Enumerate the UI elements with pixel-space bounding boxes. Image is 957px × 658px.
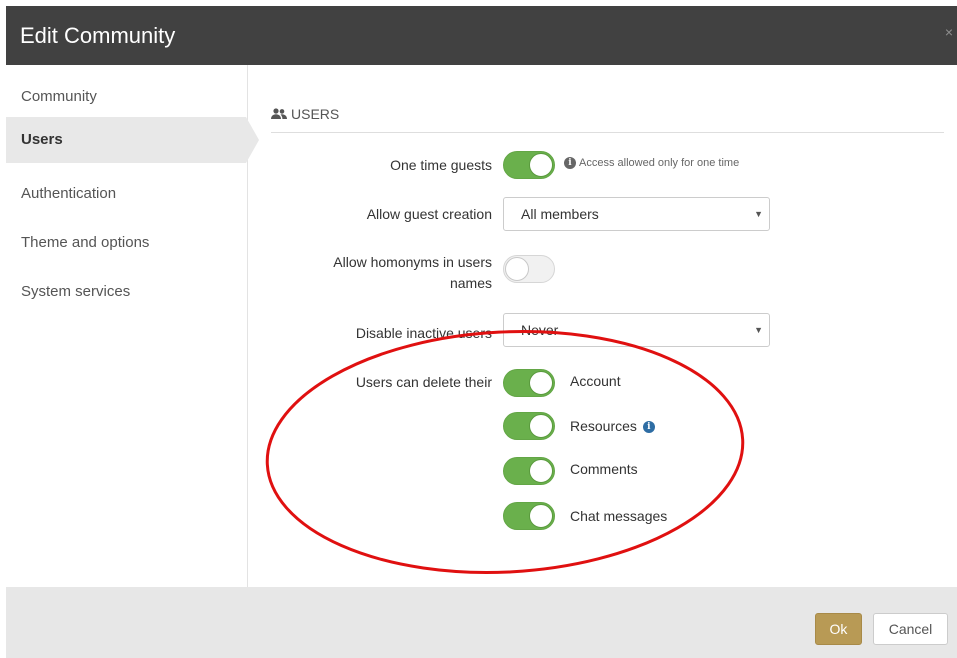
sidebar-item-theme-and-options[interactable]: Theme and options	[6, 220, 246, 266]
hint-text: Access allowed only for one time	[579, 157, 740, 169]
allow-homonyms-label: Allow homonyms in users names	[252, 252, 492, 294]
chevron-down-icon: ▼	[754, 209, 763, 219]
delete-resources-option: Resources i	[570, 418, 658, 434]
disable-inactive-users-label: Disable inactive users	[355, 325, 492, 341]
toggle-knob	[529, 459, 553, 483]
users-icon	[271, 107, 287, 123]
toggle-knob	[529, 414, 553, 438]
allow-guest-creation-select[interactable]: All members ▼	[503, 197, 770, 231]
allow-homonyms-toggle[interactable]	[503, 255, 555, 283]
ok-button[interactable]: Ok	[815, 613, 862, 645]
allow-homonyms-label-line1: Allow homonyms in users	[333, 254, 492, 270]
users-can-delete-label: Users can delete their	[355, 374, 492, 390]
info-icon[interactable]: i	[642, 421, 655, 434]
sidebar-item-community[interactable]: Community	[6, 74, 246, 120]
chevron-down-icon: ▼	[754, 325, 763, 335]
section-header: USERS	[271, 106, 339, 123]
sidebar-item-label: Theme and options	[21, 234, 150, 251]
dialog-title: Edit Community	[20, 23, 176, 48]
delete-account-label: Account	[570, 373, 621, 389]
sidebar-item-label: Users	[21, 131, 63, 148]
allow-guest-creation-label: Allow guest creation	[366, 206, 492, 222]
disable-inactive-users-select[interactable]: Never ▼	[503, 313, 770, 347]
sidebar-item-label: Community	[21, 88, 97, 105]
sidebar-item-authentication[interactable]: Authentication	[6, 171, 246, 217]
delete-chat-messages-label: Chat messages	[570, 508, 668, 524]
cancel-button[interactable]: Cancel	[873, 613, 948, 645]
allow-homonyms-label-line2: names	[449, 275, 492, 291]
delete-account-toggle[interactable]	[503, 369, 555, 397]
sidebar-item-label: Authentication	[21, 185, 117, 202]
sidebar-item-system-services[interactable]: System services	[6, 269, 246, 315]
section-title: USERS	[291, 106, 340, 122]
delete-resources-label: Resources	[570, 418, 637, 434]
toggle-knob	[529, 371, 553, 395]
close-icon[interactable]: ×	[945, 24, 953, 40]
delete-chat-messages-toggle[interactable]	[503, 502, 555, 530]
delete-resources-toggle[interactable]	[503, 412, 555, 440]
select-value: All members	[521, 206, 599, 222]
sidebar: Community Users Authentication Theme and…	[6, 65, 259, 587]
section-divider	[271, 132, 944, 133]
delete-comments-label: Comments	[570, 461, 638, 477]
one-time-guests-toggle[interactable]	[503, 151, 555, 179]
toggle-knob	[529, 153, 553, 177]
sidebar-item-label: System services	[21, 283, 131, 300]
select-value: Never	[521, 322, 559, 338]
toggle-knob	[529, 504, 553, 528]
info-icon: i	[564, 157, 576, 170]
one-time-guests-label: One time guests	[390, 157, 492, 173]
sidebar-item-users[interactable]: Users	[6, 117, 259, 163]
toggle-knob	[505, 257, 529, 281]
one-time-guests-hint: i Access allowed only for one time	[564, 157, 740, 170]
delete-comments-toggle[interactable]	[503, 457, 555, 485]
dialog-header: Edit Community ×	[6, 6, 957, 65]
